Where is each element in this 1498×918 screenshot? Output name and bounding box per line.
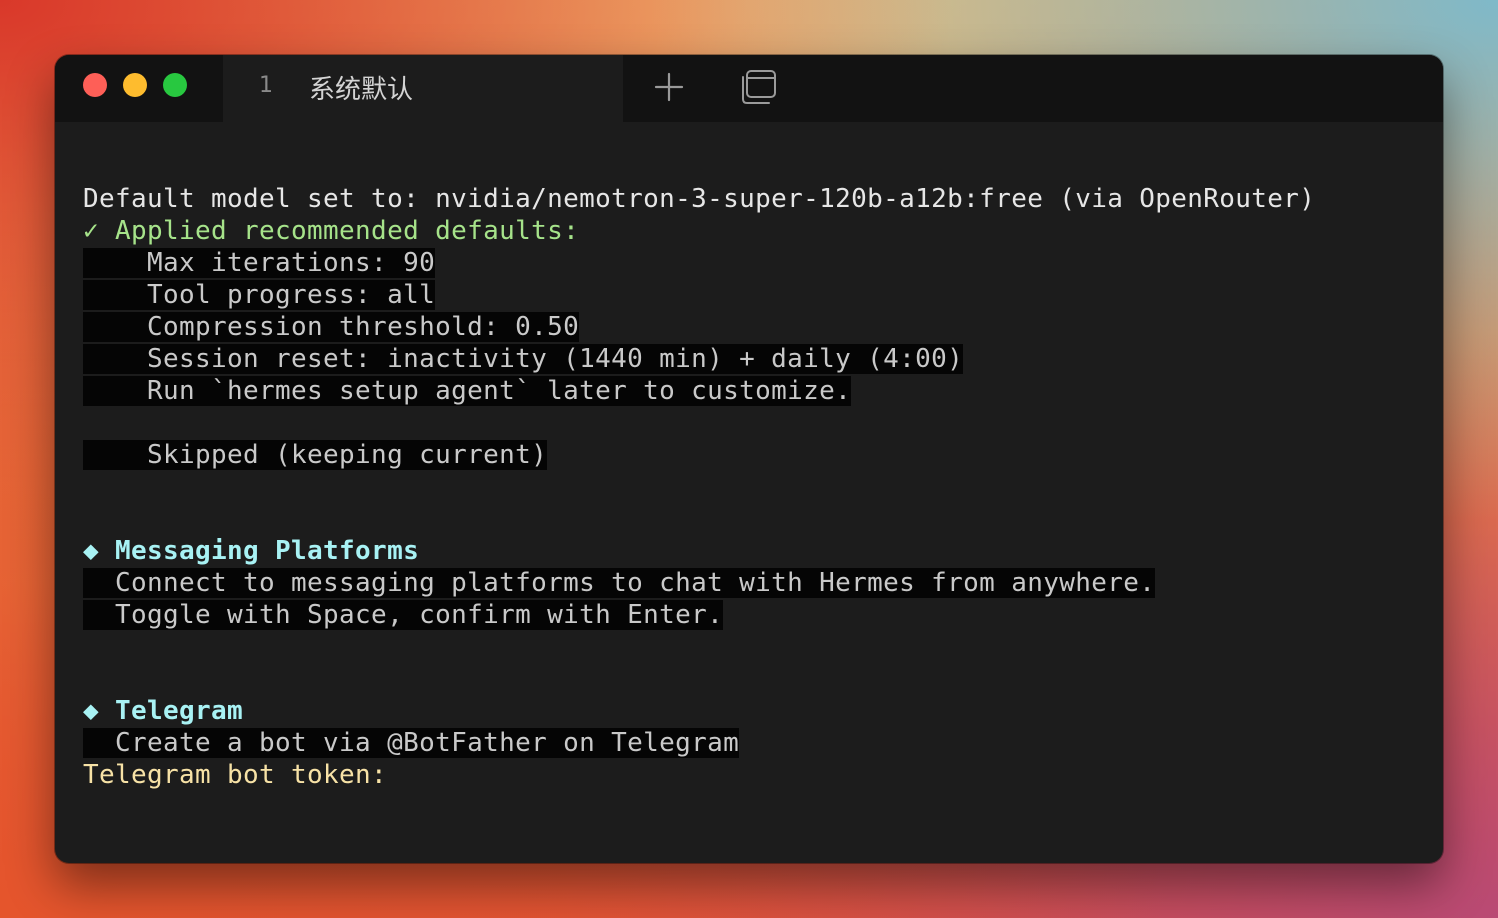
windows-icon[interactable] [739,67,779,107]
output-line-tool-progress: Tool progress: all [83,280,436,310]
tab-index: 1 [259,73,273,98]
output-line-max-iterations: Max iterations: 90 [83,248,436,278]
terminal-output[interactable]: Default model set to: nvidia/nemotron-3-… [83,183,1423,791]
tab-active[interactable]: 1 系统默认 [223,55,623,122]
title-bar: 1 系统默认 [55,55,1443,122]
output-line-applied: ✓ Applied recommended defaults: [83,216,580,246]
prompt-telegram-token[interactable]: Telegram bot token: [83,759,1423,791]
output-line-skipped: Skipped (keeping current) [83,440,548,470]
output-line-compression: Compression threshold: 0.50 [83,312,580,342]
terminal-window: 1 系统默认 Default model set to: nvidia/nemo… [55,55,1443,863]
output-line-toggle: Toggle with Space, confirm with Enter. [83,600,724,630]
output-line-create-bot: Create a bot via @BotFather on Telegram [83,728,740,758]
section-heading-telegram: ◆ Telegram [83,696,244,726]
output-line-run-hint: Run `hermes setup agent` later to custom… [83,376,852,406]
output-line-session-reset: Session reset: inactivity (1440 min) + d… [83,344,964,374]
plus-icon[interactable] [649,67,689,107]
tab-title: 系统默认 [309,75,414,105]
minimize-button[interactable] [123,73,147,97]
output-line-model: Default model set to: nvidia/nemotron-3-… [83,184,1316,214]
zoom-button[interactable] [163,73,187,97]
output-line-connect: Connect to messaging platforms to chat w… [83,568,1156,598]
close-button[interactable] [83,73,107,97]
section-heading-messaging: ◆ Messaging Platforms [83,536,420,566]
